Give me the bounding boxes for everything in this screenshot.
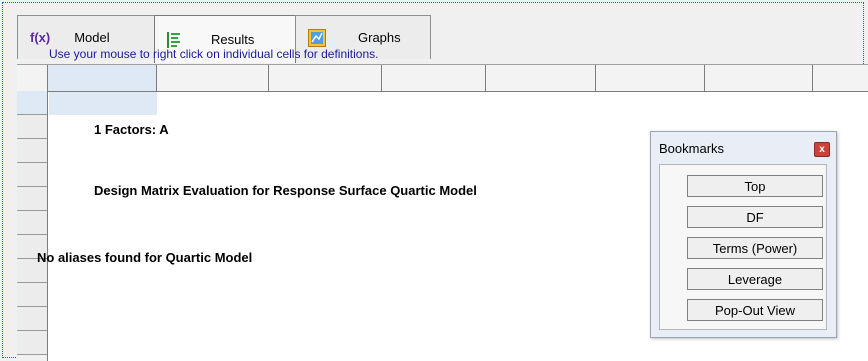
bookmarks-title: Bookmarks xyxy=(659,141,725,156)
column-header[interactable] xyxy=(382,65,486,91)
design-matrix-title: Design Matrix Evaluation for Response Su… xyxy=(94,183,477,198)
column-header[interactable] xyxy=(157,65,269,91)
bookmark-popout-button[interactable]: Pop-Out View xyxy=(687,299,823,321)
row-header-column xyxy=(17,91,48,361)
bookmarks-panel: Bookmarks x Top DF Terms (Power) Leverag… xyxy=(650,131,837,338)
column-header[interactable] xyxy=(813,65,868,91)
row-header[interactable] xyxy=(17,331,47,355)
factors-text: 1 Factors: A xyxy=(94,122,169,137)
tab-graphs-label: Graphs xyxy=(358,30,401,45)
row-header[interactable] xyxy=(17,139,47,163)
bookmark-top-button[interactable]: Top xyxy=(687,175,823,197)
row-header[interactable] xyxy=(17,307,47,331)
row-header[interactable] xyxy=(17,91,47,115)
bookmark-terms-button[interactable]: Terms (Power) xyxy=(687,237,823,259)
column-header[interactable] xyxy=(269,65,382,91)
bookmark-leverage-button[interactable]: Leverage xyxy=(687,268,823,290)
hint-text: Use your mouse to right click on individ… xyxy=(49,47,379,61)
row-header[interactable] xyxy=(17,211,47,235)
results-table-icon xyxy=(167,31,180,48)
tab-model-label: Model xyxy=(74,30,110,45)
row-header[interactable] xyxy=(17,163,47,187)
corner-cell[interactable] xyxy=(17,65,48,91)
column-header[interactable] xyxy=(596,65,705,91)
column-header[interactable] xyxy=(48,65,157,91)
column-header-row xyxy=(17,65,868,92)
bookmark-df-button[interactable]: DF xyxy=(687,206,823,228)
row-header[interactable] xyxy=(17,283,47,307)
row-header[interactable] xyxy=(17,115,47,139)
column-header[interactable] xyxy=(486,65,596,91)
bookmarks-list: Top DF Terms (Power) Leverage Pop-Out Vi… xyxy=(659,164,827,330)
graphs-icon xyxy=(308,28,326,47)
aliases-text: No aliases found for Quartic Model xyxy=(37,250,253,265)
close-icon[interactable]: x xyxy=(814,142,830,157)
row-header[interactable] xyxy=(17,187,47,211)
fx-icon: f(x) xyxy=(30,30,51,45)
tab-results-label: Results xyxy=(211,32,255,47)
selected-cell[interactable] xyxy=(49,92,157,115)
column-header[interactable] xyxy=(705,65,813,91)
